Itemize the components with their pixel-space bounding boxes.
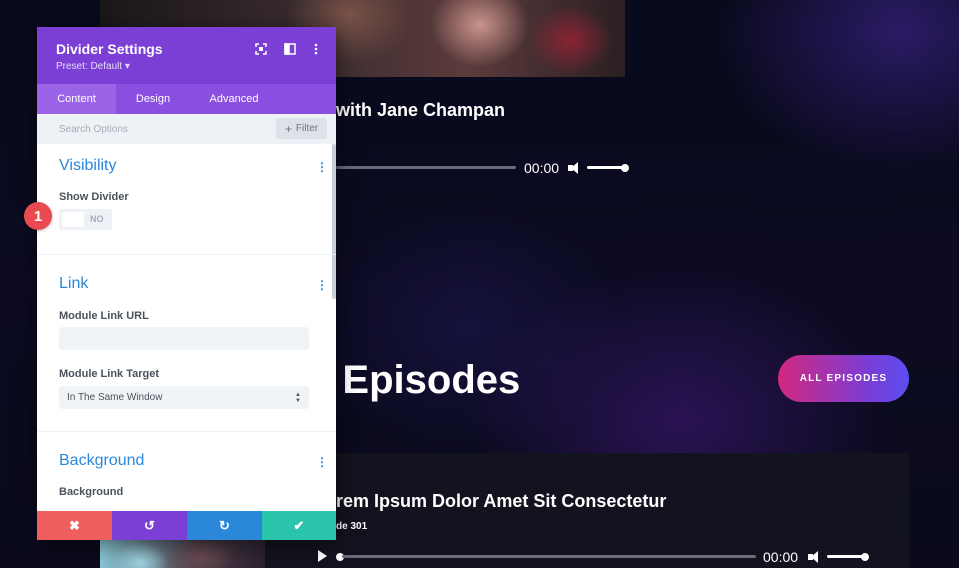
audio-player-2: 00:00 <box>336 547 876 567</box>
volume-icon[interactable] <box>568 161 580 175</box>
filter-button[interactable]: + Filter <box>276 118 327 139</box>
module-link-target-select[interactable]: In The Same Window ▲ ▼ <box>59 386 309 409</box>
progress-track[interactable] <box>342 555 756 558</box>
section-title-background[interactable]: Background <box>59 452 144 470</box>
more-vertical-icon[interactable]: ⋮ <box>316 161 328 173</box>
toggle-thumb <box>62 212 84 227</box>
select-value: In The Same Window <box>67 392 163 403</box>
volume-knob[interactable] <box>621 164 629 172</box>
divider-settings-panel: Divider Settings Preset: Default ▾ Conte… <box>37 27 336 540</box>
tab-bar: Content Design Advanced <box>37 84 336 114</box>
episode-number: de 301 <box>336 521 368 532</box>
split-view-icon[interactable] <box>283 43 297 57</box>
progress-track[interactable] <box>336 166 516 169</box>
fullscreen-icon[interactable] <box>254 43 268 57</box>
show-divider-toggle[interactable]: NO <box>59 209 112 230</box>
module-link-url-input[interactable] <box>59 327 309 350</box>
scrollbar[interactable] <box>332 144 336 299</box>
section-divider <box>37 431 336 432</box>
section-title-link[interactable]: Link <box>59 275 88 293</box>
section-divider <box>37 254 336 255</box>
step-badge: 1 <box>24 202 52 230</box>
panel-footer: ✖ ↺ ↻ ✔ <box>37 511 336 540</box>
tab-design[interactable]: Design <box>116 84 190 114</box>
play-icon[interactable] <box>318 550 327 562</box>
preset-selector[interactable]: Preset: Default ▾ <box>56 61 130 72</box>
episode-photo-bottom <box>100 538 265 568</box>
volume-slider[interactable] <box>827 555 865 558</box>
search-bar: + Filter <box>37 114 336 144</box>
tab-content[interactable]: Content <box>37 84 116 114</box>
undo-button[interactable]: ↺ <box>112 511 187 540</box>
module-link-target-label: Module Link Target <box>59 368 160 380</box>
volume-icon[interactable] <box>808 550 820 564</box>
panel-header[interactable]: Divider Settings Preset: Default ▾ <box>37 27 336 84</box>
episode-title-1: with Jane Champan <box>336 100 506 120</box>
show-divider-label: Show Divider <box>59 191 129 203</box>
search-input[interactable] <box>47 114 267 144</box>
all-episodes-button[interactable]: ALL EPISODES <box>778 355 909 402</box>
cancel-button[interactable]: ✖ <box>37 511 112 540</box>
background-label: Background <box>59 486 124 498</box>
toggle-value: NO <box>90 214 104 224</box>
more-vertical-icon[interactable]: ⋮ <box>316 456 328 468</box>
volume-slider[interactable] <box>587 166 625 169</box>
tab-advanced[interactable]: Advanced <box>190 84 278 114</box>
plus-icon: + <box>284 121 292 136</box>
select-arrows-icon: ▲ ▼ <box>295 392 301 404</box>
volume-knob[interactable] <box>861 553 869 561</box>
module-link-url-label: Module Link URL <box>59 310 149 322</box>
player-time: 00:00 <box>763 549 799 565</box>
more-vertical-icon[interactable] <box>309 43 323 57</box>
audio-player-1: 00:00 <box>330 158 630 178</box>
section-title-visibility[interactable]: Visibility <box>59 157 117 175</box>
section-heading: t Episodes <box>318 358 521 402</box>
episode-title-2: rem Ipsum Dolor Amet Sit Consectetur <box>336 491 667 511</box>
filter-label: Filter <box>295 123 319 134</box>
panel-title: Divider Settings <box>56 41 163 57</box>
redo-button[interactable]: ↻ <box>187 511 262 540</box>
more-vertical-icon[interactable]: ⋮ <box>316 279 328 291</box>
player-time: 00:00 <box>524 160 560 176</box>
save-button[interactable]: ✔ <box>262 511 336 540</box>
